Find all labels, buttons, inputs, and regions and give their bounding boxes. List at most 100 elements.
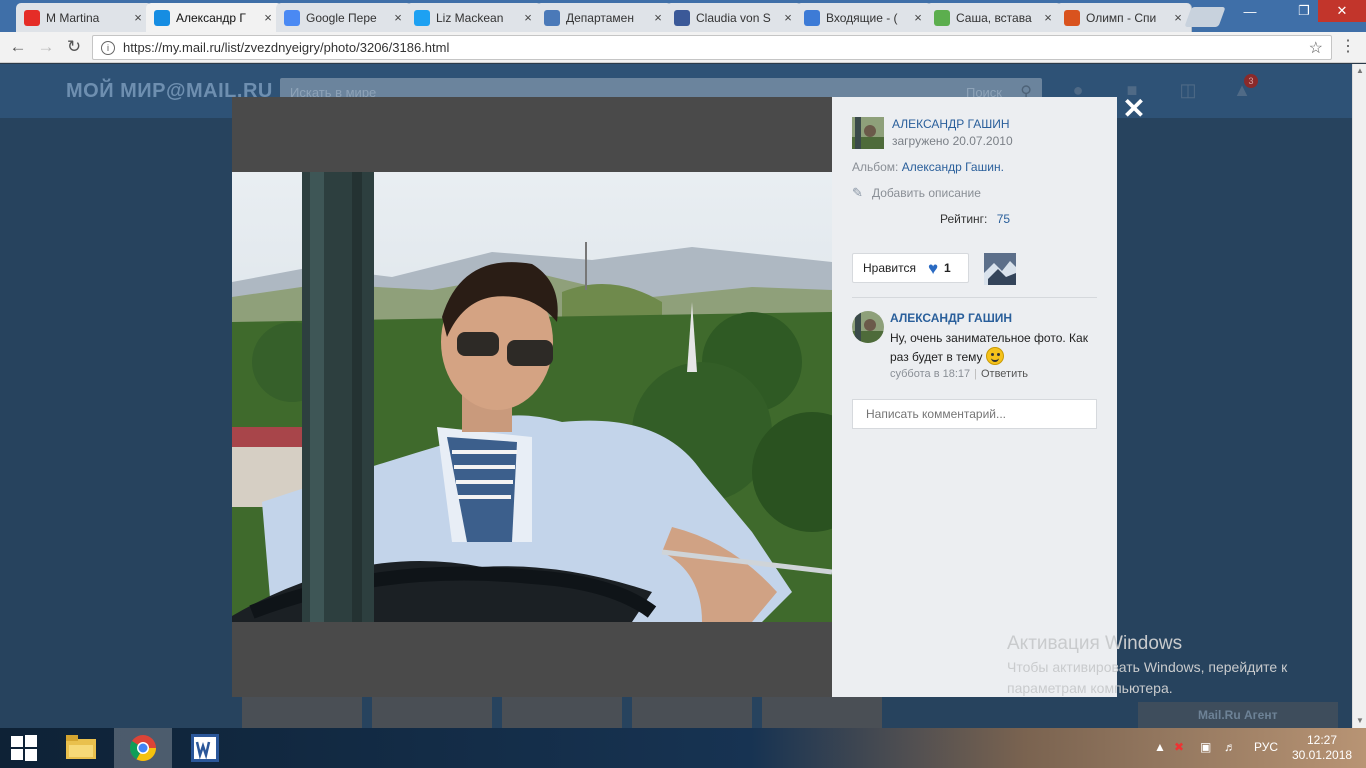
smiley-icon bbox=[985, 347, 1004, 365]
album-thumbnail[interactable] bbox=[632, 694, 752, 728]
word-taskbar-icon[interactable] bbox=[176, 728, 234, 768]
photo-info-panel: АЛЕКСАНДР ГАШИН загружено 20.07.2010 Аль… bbox=[832, 97, 1117, 697]
album-thumbnail[interactable] bbox=[372, 694, 492, 728]
avatar-image bbox=[852, 117, 884, 149]
section-divider bbox=[852, 297, 1097, 298]
close-viewer-icon[interactable]: ✕ bbox=[1122, 95, 1146, 123]
comment-input[interactable] bbox=[852, 399, 1097, 429]
tab-close-icon[interactable]: × bbox=[651, 10, 665, 25]
windows-start-icon[interactable] bbox=[0, 728, 48, 768]
browser-tab[interactable]: Олимп - Спи × bbox=[1056, 3, 1192, 32]
tab-close-icon[interactable]: × bbox=[1041, 10, 1055, 25]
ukraine-trident-icon bbox=[544, 9, 560, 26]
window-close-icon[interactable]: ✕ bbox=[1318, 0, 1366, 22]
new-tab-button[interactable] bbox=[1184, 7, 1226, 27]
windows-taskbar: ▲ ✖ ▣ ♬ РУС 12:27 30.01.2018 bbox=[0, 728, 1366, 768]
photo-illustration bbox=[232, 172, 832, 622]
mail-ru-icon bbox=[154, 9, 170, 26]
network-icon[interactable]: ▣ bbox=[1200, 740, 1211, 754]
scroll-down-icon[interactable]: ▼ bbox=[1353, 714, 1366, 728]
reply-link[interactable]: Ответить bbox=[981, 368, 1028, 380]
tab-close-icon[interactable]: × bbox=[781, 10, 795, 25]
mail-agent-widget[interactable]: Mail.Ru Агент bbox=[1138, 702, 1338, 728]
minimize-icon[interactable]: — bbox=[1230, 0, 1270, 22]
album-line: Альбом: Александр Гашин. bbox=[852, 160, 1004, 174]
google-translate-icon bbox=[284, 9, 300, 26]
tab-close-icon[interactable]: × bbox=[911, 10, 925, 25]
comment-text: Ну, очень занимательное фото. Как раз бу… bbox=[890, 329, 1100, 366]
browser-toolbar: ← → ↻ i https://my.mail.ru/list/zvezdnye… bbox=[0, 32, 1366, 63]
forward-icon[interactable]: → bbox=[34, 36, 58, 58]
tab-title: Олимп - Спи bbox=[1086, 10, 1157, 25]
tab-title: Google Пере bbox=[306, 10, 377, 25]
browser-tab-strip: M Martina × Александр Г × Google Пере × Liz Ma… bbox=[0, 0, 1366, 32]
album-thumbnail[interactable] bbox=[762, 694, 882, 728]
album-thumbnail[interactable] bbox=[242, 694, 362, 728]
tray-overflow-icon[interactable]: ▲ bbox=[1154, 740, 1166, 754]
volume-icon[interactable]: ♬ bbox=[1224, 740, 1236, 754]
comment-author[interactable]: АЛЕКСАНДР ГАШИН bbox=[890, 311, 1012, 325]
clock-date: 30.01.2018 bbox=[1292, 748, 1353, 762]
address-bar[interactable]: i https://my.mail.ru/list/zvezdnyeigry/p… bbox=[92, 35, 1332, 60]
browser-tab[interactable]: Александр Г × bbox=[146, 3, 282, 32]
add-description-label: Добавить описание bbox=[872, 186, 981, 200]
tab-close-icon[interactable]: × bbox=[1171, 10, 1185, 25]
like-button[interactable]: Нравится ♥ 1 bbox=[852, 253, 969, 283]
back-icon[interactable]: ← bbox=[6, 36, 30, 58]
tab-title: Liz Mackean bbox=[436, 10, 504, 25]
tab-title: Саша, встава bbox=[956, 10, 1032, 25]
tab-title: Входящие - ( bbox=[826, 10, 898, 25]
document-icon bbox=[934, 9, 950, 26]
file-explorer-icon[interactable] bbox=[52, 728, 110, 768]
site-info-icon[interactable]: i bbox=[101, 40, 115, 55]
heart-icon: ♥ bbox=[927, 258, 939, 278]
author-avatar[interactable] bbox=[852, 117, 884, 149]
system-clock[interactable]: 12:27 30.01.2018 bbox=[1292, 733, 1352, 763]
comment-author-avatar[interactable] bbox=[852, 311, 884, 343]
reload-icon[interactable]: ↻ bbox=[62, 36, 86, 58]
comment-avatar-image bbox=[852, 311, 884, 343]
liker-avatar[interactable] bbox=[984, 253, 1016, 285]
meta-separator: | bbox=[974, 368, 977, 380]
chrome-taskbar-icon[interactable] bbox=[114, 728, 172, 768]
bookmark-star-icon[interactable]: ☆ bbox=[1309, 38, 1323, 58]
notification-badge: 3 bbox=[1244, 74, 1258, 88]
photo-viewer bbox=[232, 97, 832, 697]
network-error-icon[interactable]: ✖ bbox=[1174, 740, 1184, 754]
photo-image[interactable] bbox=[232, 172, 832, 622]
language-indicator[interactable]: РУС bbox=[1254, 740, 1278, 754]
tab-title: Claudia von S bbox=[696, 10, 771, 25]
browser-menu-icon[interactable]: ⋮ bbox=[1340, 38, 1356, 58]
like-count: 1 bbox=[944, 261, 951, 275]
browser-tab[interactable]: Google Пере × bbox=[276, 3, 412, 32]
browser-tab[interactable]: Департамен × bbox=[536, 3, 672, 32]
tab-close-icon[interactable]: × bbox=[521, 10, 535, 25]
messages-icon[interactable]: ◫ bbox=[1176, 80, 1200, 102]
browser-tab[interactable]: M Martina × bbox=[16, 3, 152, 32]
pencil-icon: ✎ bbox=[852, 185, 863, 200]
twitter-icon bbox=[414, 9, 430, 26]
comment-time: суббота в 18:17 bbox=[890, 368, 971, 380]
rating-value[interactable]: 75 bbox=[997, 212, 1010, 226]
browser-tab[interactable]: Claudia von S × bbox=[666, 3, 802, 32]
page-scrollbar[interactable]: ▲ ▼ bbox=[1352, 64, 1366, 728]
browser-tab[interactable]: Входящие - ( × bbox=[796, 3, 932, 32]
tab-close-icon[interactable]: × bbox=[131, 10, 145, 25]
browser-tab[interactable]: Саша, встава × bbox=[926, 3, 1062, 32]
olymp-icon bbox=[1064, 9, 1080, 26]
agent-label: Mail.Ru Агент bbox=[1198, 708, 1278, 722]
activation-watermark-title: Активация Windows bbox=[1007, 633, 1183, 654]
album-thumbnail[interactable] bbox=[502, 694, 622, 728]
author-name[interactable]: АЛЕКСАНДР ГАШИН bbox=[892, 117, 1010, 131]
upload-date: загружено 20.07.2010 bbox=[892, 134, 1013, 148]
like-label: Нравится bbox=[863, 261, 916, 275]
liker-avatar-image bbox=[984, 253, 1016, 285]
browser-tab[interactable]: Liz Mackean × bbox=[406, 3, 542, 32]
tab-title: Департамен bbox=[566, 10, 634, 25]
scroll-up-icon[interactable]: ▲ bbox=[1353, 64, 1366, 78]
tab-title: M Martina bbox=[46, 10, 100, 25]
album-link[interactable]: Александр Гашин. bbox=[902, 160, 1004, 174]
add-description-button[interactable]: ✎ Добавить описание bbox=[852, 185, 981, 201]
tab-close-icon[interactable]: × bbox=[391, 10, 405, 25]
tab-close-icon[interactable]: × bbox=[261, 10, 275, 25]
